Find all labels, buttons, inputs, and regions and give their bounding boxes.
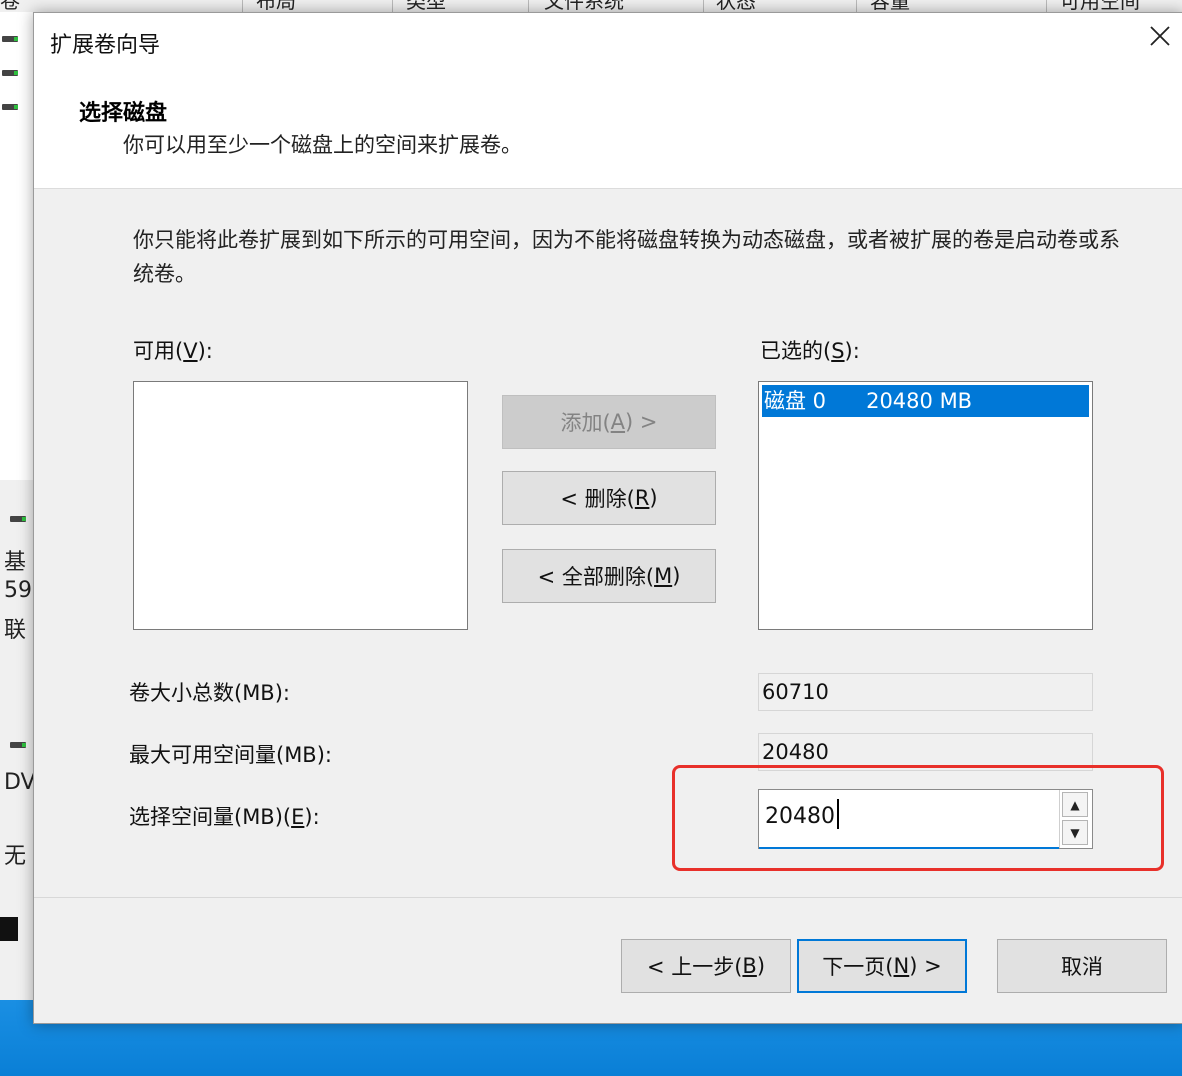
column-separator: [1046, 0, 1047, 12]
max-space-field: 20480: [758, 733, 1093, 771]
column-separator: [242, 0, 243, 12]
selected-disks-list[interactable]: 磁盘 0 20480 MB: [758, 381, 1093, 630]
column-separator: [528, 0, 529, 12]
dvd-label-text: DV: [4, 770, 36, 795]
spin-up-button[interactable]: ▲: [1062, 792, 1088, 817]
select-space-label: 选择空间量(MB)(E):: [129, 805, 320, 829]
available-label: 可用(V):: [133, 339, 213, 363]
disk-panel-left: 基 59 联 DV 无: [0, 12, 36, 1012]
select-space-input[interactable]: [765, 796, 1055, 836]
dvd-drive-icon: [10, 742, 26, 748]
description-text: 你只能将此卷扩展到如下所示的可用空间，因为不能将磁盘转换为动态磁盘，或者被扩展的…: [133, 228, 1120, 286]
volume-drive-icon: [2, 104, 18, 110]
add-button[interactable]: 添加(A) >: [502, 395, 716, 449]
selected-disk-item[interactable]: 磁盘 0 20480 MB: [762, 385, 1089, 417]
column-header-filesystem[interactable]: 文件系统: [544, 0, 624, 12]
available-disks-list[interactable]: [133, 381, 468, 630]
column-header-free-space[interactable]: 可用空间: [1060, 0, 1140, 12]
cancel-button[interactable]: 取消: [997, 939, 1167, 993]
select-space-spinbox[interactable]: ▲ ▼: [758, 789, 1093, 849]
extend-volume-wizard-dialog: 扩展卷向导 选择磁盘 你可以用至少一个磁盘上的空间来扩展卷。 你只能将此卷扩展到…: [33, 12, 1182, 1024]
volume-drive-icon: [2, 36, 18, 42]
disk-type-text: 基: [4, 550, 27, 575]
spin-down-button[interactable]: ▼: [1062, 820, 1088, 845]
column-header-type[interactable]: 类型: [406, 0, 446, 12]
column-header-layout[interactable]: 布局: [256, 0, 296, 12]
unallocated-legend-swatch: [0, 917, 18, 941]
arrow-down-icon: ▼: [1070, 825, 1080, 840]
column-header-status[interactable]: 状态: [716, 0, 756, 12]
selected-label: 已选的(S):: [760, 339, 860, 363]
disk-size-text: 59: [4, 578, 32, 603]
disk-status-text: 联: [4, 618, 27, 643]
close-button[interactable]: [1137, 13, 1182, 59]
back-button[interactable]: < 上一步(B): [621, 939, 791, 993]
wizard-header: 扩展卷向导 选择磁盘 你可以用至少一个磁盘上的空间来扩展卷。: [34, 13, 1182, 189]
column-header-volume[interactable]: 卷: [0, 0, 20, 12]
footer-divider: [34, 897, 1182, 898]
section-subtitle: 你可以用至少一个磁盘上的空间来扩展卷。: [123, 133, 522, 157]
column-header-capacity[interactable]: 容量: [870, 0, 910, 12]
remove-all-button[interactable]: < 全部删除(M): [502, 549, 716, 603]
arrow-up-icon: ▲: [1070, 797, 1080, 812]
volume-drive-icon: [2, 70, 18, 76]
close-icon: [1150, 26, 1170, 46]
max-space-label: 最大可用空间量(MB):: [129, 743, 332, 767]
remove-button[interactable]: < 删除(R): [502, 471, 716, 525]
dvd-media-text: 无: [4, 844, 27, 869]
focus-underline: [759, 847, 1059, 849]
column-separator: [703, 0, 704, 12]
next-button[interactable]: 下一页(N) >: [797, 939, 967, 993]
section-title: 选择磁盘: [79, 101, 168, 126]
total-size-label: 卷大小总数(MB):: [129, 681, 290, 705]
column-separator: [856, 0, 857, 12]
spin-buttons: ▲ ▼: [1059, 790, 1092, 848]
total-size-field: 60710: [758, 673, 1093, 711]
column-separator: [392, 0, 393, 12]
disk-icon: [10, 516, 26, 522]
dialog-title: 扩展卷向导: [50, 33, 161, 58]
text-caret: [837, 799, 839, 829]
